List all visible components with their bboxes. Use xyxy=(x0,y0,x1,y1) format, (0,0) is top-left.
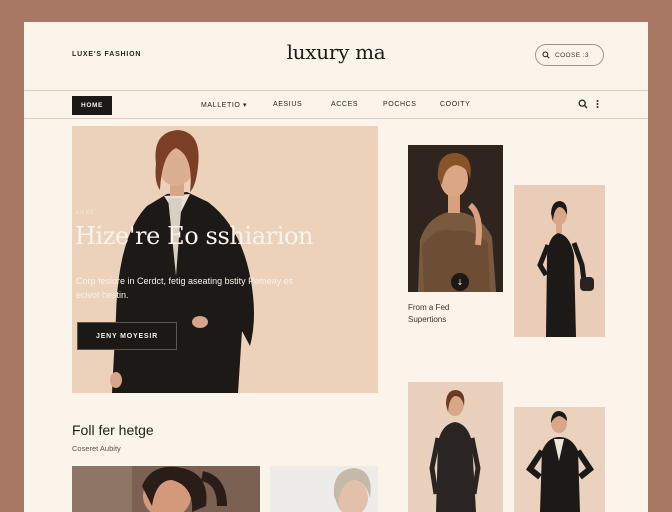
more-icon[interactable] xyxy=(596,99,599,109)
product-photo xyxy=(514,185,605,337)
page: LUXE'S FASHION luxury ma COOSE :3 HOME M… xyxy=(24,22,648,512)
product-photo xyxy=(408,382,503,512)
nav-item-malletio[interactable]: MALLETIO ▾ xyxy=(201,101,247,109)
nav-icons xyxy=(578,99,599,109)
product-image-black-dress[interactable] xyxy=(514,185,605,337)
section-subtitle: Coseret Aubity xyxy=(72,444,121,453)
section-title: Foll fer hetge xyxy=(72,422,154,438)
hero-model-image xyxy=(110,130,254,393)
product-image-lace-dress[interactable]: ↓ xyxy=(408,145,503,292)
nav-item-cooity[interactable]: COOITY xyxy=(440,101,470,108)
hero-description: Corp fesiore in Cerdct, fetig aseating b… xyxy=(76,276,294,300)
search-box[interactable]: COOSE :3 xyxy=(535,44,604,66)
nav-item-acces[interactable]: ACCES xyxy=(331,101,358,108)
product-photo: ↓ xyxy=(408,145,503,292)
nav-item-pochcs[interactable]: POCHCS xyxy=(383,101,417,108)
product-caption: From a Fed Supertions xyxy=(408,303,450,324)
hero-kicker: LUXE xyxy=(76,210,95,216)
svg-text:↓: ↓ xyxy=(457,278,464,287)
collection-image-1[interactable] xyxy=(72,466,260,512)
collection-photo xyxy=(72,466,260,512)
product-image-suit[interactable] xyxy=(514,407,605,512)
hero-title: Hize're Eo sshiarion xyxy=(75,222,314,250)
search-icon[interactable] xyxy=(578,99,588,109)
search-label: COOSE :3 xyxy=(555,51,589,59)
main-nav: HOME MALLETIO ▾ AESIUS ACCES POCHCS COOI… xyxy=(24,90,648,119)
header: LUXE'S FASHION luxury ma COOSE :3 xyxy=(24,22,648,90)
hero-banner: LUXE Hize're Eo sshiarion Corp fesiore i… xyxy=(72,126,378,393)
nav-item-aesius[interactable]: AESIUS xyxy=(273,101,302,108)
product-photo xyxy=(514,407,605,512)
nav-home[interactable]: HOME xyxy=(72,96,112,115)
collection-photo xyxy=(270,466,378,512)
collection-image-2[interactable] xyxy=(270,466,378,512)
product-image-knit-dress[interactable] xyxy=(408,382,503,512)
hero-cta-button[interactable]: JENY MOYESIR xyxy=(77,322,177,350)
search-icon xyxy=(542,51,550,59)
